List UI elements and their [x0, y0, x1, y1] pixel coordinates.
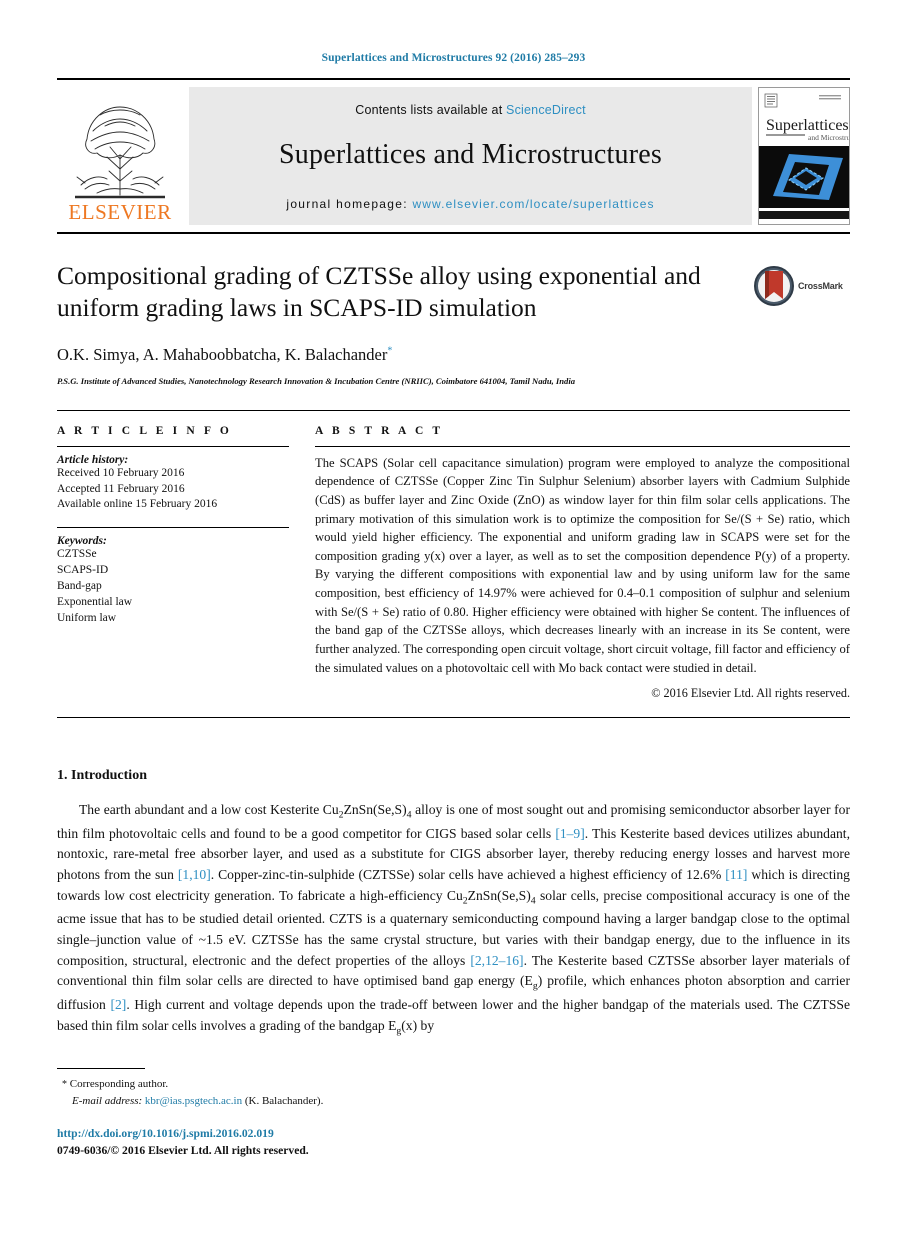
intro-text-12: ZnSn(Se,S): [467, 887, 531, 903]
doi-link[interactable]: http://dx.doi.org/10.1016/j.spmi.2016.02…: [57, 1126, 309, 1143]
asterisk-icon: *: [62, 1079, 67, 1090]
homepage-prefix: journal homepage:: [286, 197, 413, 211]
abstract-column: A B S T R A C T The SCAPS (Solar cell ca…: [315, 425, 850, 702]
author-names: O.K. Simya, A. Mahaboobbatcha, K. Balach…: [57, 345, 388, 365]
intro-text-0: The earth abundant and a low cost Kester…: [79, 802, 339, 818]
contents-available-line: Contents lists available at ScienceDirec…: [355, 103, 586, 117]
corresponding-author-marker: *: [387, 345, 393, 357]
cover-art-icon: Superlattices and Microstructures: [759, 88, 849, 219]
page-title: Compositional grading of CZTSSe alloy us…: [57, 261, 701, 323]
corresponding-author-label: Corresponding author.: [69, 1078, 169, 1090]
abstract-copyright: © 2016 Elsevier Ltd. All rights reserved…: [651, 686, 850, 701]
keywords-rule: [57, 527, 289, 529]
keyword-item: Exponential law: [57, 595, 133, 608]
running-head: Superlattices and Microstructures 92 (20…: [321, 52, 586, 64]
homepage-url-link[interactable]: www.elsevier.com/locate/superlattices: [413, 197, 655, 211]
svg-text:Superlattices: Superlattices: [766, 117, 849, 134]
citation-link[interactable]: [2]: [110, 997, 126, 1012]
crossmark-badge[interactable]: CrossMark: [754, 264, 850, 308]
author-list: O.K. Simya, A. Mahaboobbatcha, K. Balach…: [57, 345, 850, 365]
svg-text:and Microstructures: and Microstructures: [808, 133, 849, 142]
email-note: E-mail address: kbr@ias.psgtech.ac.in (K…: [62, 1093, 662, 1110]
crossmark-icon: [754, 266, 794, 306]
banner-center: Contents lists available at ScienceDirec…: [189, 87, 752, 225]
banner-bottom-rule: [57, 232, 850, 234]
info-abstract-columns: A R T I C L E I N F O Article history: R…: [57, 425, 850, 702]
intro-text-8: . Copper-zinc-tin-sulphide (CZTSSe) sola…: [210, 867, 726, 883]
intro-text-22: (x) by: [401, 1017, 435, 1033]
elsevier-tree-icon: [75, 106, 165, 199]
article-history-label: Article history:: [57, 453, 129, 466]
abstract-heading: A B S T R A C T: [315, 424, 444, 437]
keyword-item: Uniform law: [57, 611, 117, 624]
abstract-bottom-rule: [57, 717, 850, 719]
email-owner: (K. Balachander).: [244, 1094, 324, 1107]
sciencedirect-link[interactable]: ScienceDirect: [506, 103, 586, 117]
intro-text-2: ZnSn(Se,S): [343, 802, 407, 818]
section-heading-introduction: 1. Introduction: [57, 768, 147, 784]
citation-link[interactable]: [1–9]: [555, 826, 584, 841]
article-info-rule: [57, 445, 289, 447]
doi-block: http://dx.doi.org/10.1016/j.spmi.2016.02…: [57, 1126, 309, 1160]
abstract-rule: [315, 445, 850, 447]
keywords-label: Keywords:: [57, 535, 107, 548]
crossmark-label: CrossMark: [798, 281, 843, 291]
journal-cover-thumbnail: Superlattices and Microstructures: [758, 87, 850, 225]
keyword-item: CZTSSe: [57, 548, 97, 561]
email-label: E-mail address:: [72, 1094, 143, 1107]
affiliation: P.S.G. Institute of Advanced Studies, Na…: [57, 376, 575, 387]
keyword-item: Band-gap: [57, 580, 102, 592]
intro-text-20: . High current and voltage depends upon …: [57, 996, 850, 1033]
corresponding-author-note: * Corresponding author.: [62, 1076, 662, 1093]
abstract-body: The SCAPS (Solar cell capacitance simula…: [315, 455, 850, 675]
citation-link[interactable]: [2,12–16]: [470, 953, 523, 968]
elsevier-logo: ELSEVIER: [57, 87, 183, 225]
journal-title: Superlattices and Microstructures: [279, 139, 662, 170]
footnote-rule: [57, 1068, 145, 1069]
article-history-accepted: Accepted 11 February 2016: [57, 482, 185, 495]
contents-prefix: Contents lists available at: [355, 103, 507, 117]
article-history-online: Available online 15 February 2016: [57, 498, 218, 511]
elsevier-wordmark: ELSEVIER: [68, 200, 172, 224]
info-top-rule: [57, 409, 850, 411]
citation-link[interactable]: [1,10]: [178, 867, 211, 882]
keyword-item: SCAPS-ID: [57, 564, 109, 577]
journal-banner: ELSEVIER Contents lists available at Sci…: [57, 78, 850, 225]
citation-link[interactable]: [11]: [725, 867, 747, 882]
introduction-paragraph: The earth abundant and a low cost Kester…: [57, 800, 850, 1039]
journal-article-page: Superlattices and Microstructures 92 (20…: [0, 0, 907, 1238]
article-history-received: Received 10 February 2016: [57, 466, 185, 479]
article-info-heading: A R T I C L E I N F O: [57, 424, 232, 437]
email-link[interactable]: kbr@ias.psgtech.ac.in: [145, 1095, 242, 1107]
footnote-block: * Corresponding author. E-mail address: …: [62, 1076, 662, 1109]
issn-copyright-line: 0749-6036/© 2016 Elsevier Ltd. All right…: [57, 1143, 309, 1157]
article-info-column: A R T I C L E I N F O Article history: R…: [57, 425, 289, 702]
keywords-block: Keywords: CZTSSe SCAPS-ID Band-gap Expon…: [57, 527, 289, 626]
journal-homepage-line: journal homepage: www.elsevier.com/locat…: [286, 197, 654, 211]
title-area: Compositional grading of CZTSSe alloy us…: [57, 260, 850, 324]
